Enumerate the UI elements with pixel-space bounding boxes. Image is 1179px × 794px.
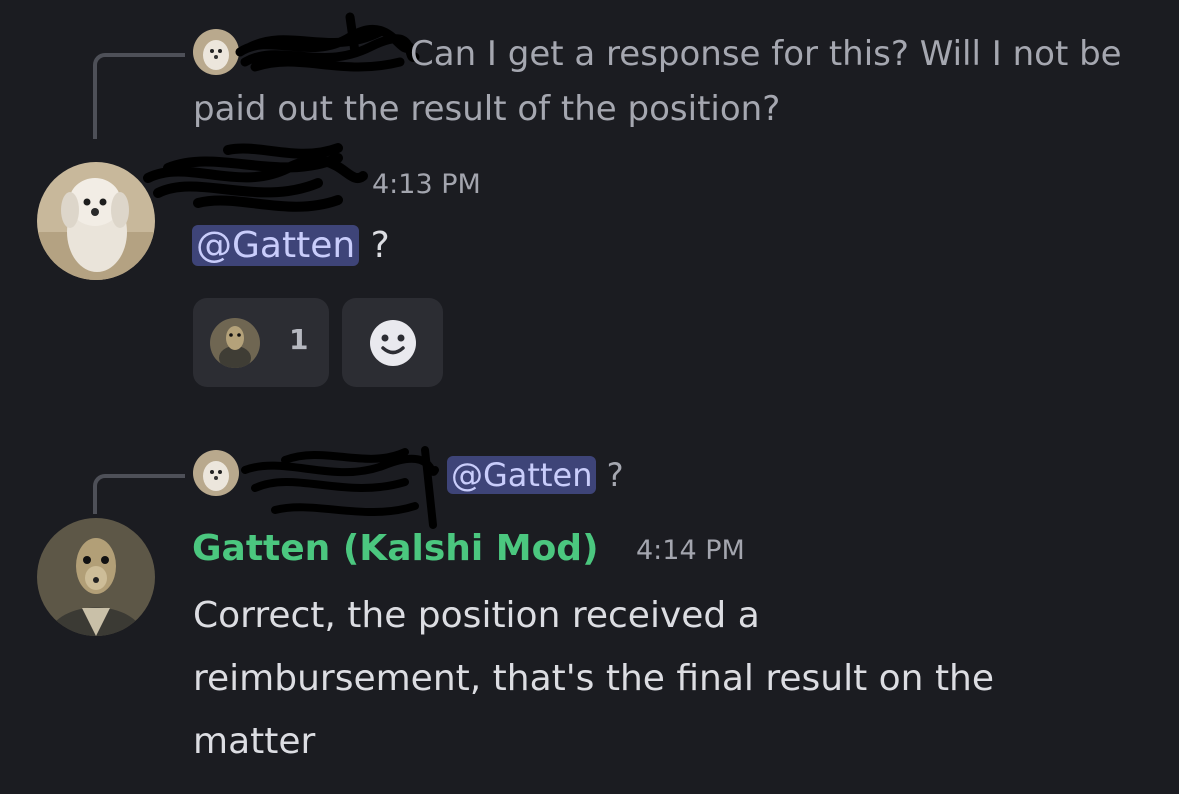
message-text-line3: matter (193, 721, 316, 762)
message-content: @Gatten ? (192, 214, 390, 277)
meerkat-avatar-icon (210, 318, 260, 368)
reaction-count: 1 (289, 323, 309, 356)
add-reaction-smiley-icon (370, 320, 416, 366)
message-text-line1: Correct, the position received a (193, 595, 760, 636)
reply-author-avatar-dog[interactable] (193, 450, 239, 496)
add-reaction-button[interactable] (342, 298, 443, 387)
reply-spine (93, 474, 185, 514)
reaction-meerkat[interactable]: 1 (193, 298, 329, 387)
redacted-username-scribble (235, 12, 420, 72)
user-mention[interactable]: @Gatten (447, 456, 597, 494)
redacted-author-name-scribble (143, 143, 368, 212)
reply-preview-text-line1[interactable]: Can I get a response for this? Will I no… (410, 27, 1122, 81)
reply-preview-text[interactable]: @Gatten ? (447, 448, 624, 502)
message-content: Correct, the position received a reimbur… (193, 584, 994, 773)
reply-spine (93, 53, 185, 139)
message-timestamp[interactable]: 4:14 PM (636, 535, 745, 566)
author-avatar-meerkat[interactable] (37, 518, 155, 636)
message-text-suffix: ? (359, 225, 390, 266)
reply-preview-text-line2[interactable]: paid out the result of the position? (193, 82, 780, 136)
message-text-line2: reimbursement, that's the final result o… (193, 658, 995, 699)
redacted-username-scribble (241, 446, 439, 529)
reply-preview-suffix: ? (596, 456, 624, 494)
message-timestamp[interactable]: 4:13 PM (372, 169, 481, 200)
user-mention[interactable]: @Gatten (192, 225, 360, 266)
author-name[interactable]: Gatten (Kalshi Mod) (192, 528, 599, 569)
